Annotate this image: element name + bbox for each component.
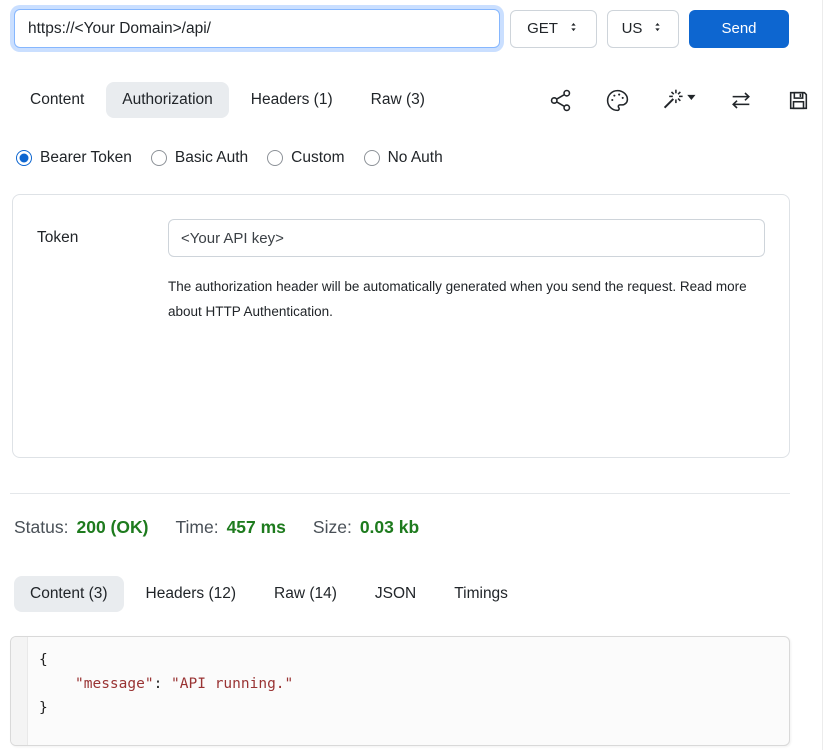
json-open-brace: { [39, 648, 293, 672]
method-select[interactable]: GET [510, 10, 597, 48]
response-json: { "message": "API running." } [28, 637, 293, 745]
tab-content[interactable]: Content [14, 82, 100, 118]
method-select-value: GET [527, 20, 558, 37]
time-value: 457 ms [227, 517, 286, 538]
response-tabs: Content (3) Headers (12) Raw (14) JSON T… [14, 576, 823, 612]
auth-option-label: No Auth [388, 149, 443, 167]
auth-option-label: Basic Auth [175, 149, 248, 167]
code-gutter [11, 637, 28, 745]
radio-unchecked-icon [267, 150, 283, 166]
radio-unchecked-icon [151, 150, 167, 166]
response-summary: Status: 200 (OK) Time: 457 ms Size: 0.03… [14, 517, 837, 538]
response-tab-raw[interactable]: Raw (14) [258, 576, 353, 612]
share-icon[interactable] [548, 88, 573, 113]
tab-raw[interactable]: Raw (3) [355, 82, 441, 118]
response-status: Status: 200 (OK) [14, 517, 148, 538]
response-tab-headers[interactable]: Headers (12) [130, 576, 252, 612]
page-right-divider [822, 0, 823, 750]
auth-option-no-auth[interactable]: No Auth [364, 149, 443, 167]
tab-authorization[interactable]: Authorization [106, 82, 228, 118]
request-tabs: Content Authorization Headers (1) Raw (3… [14, 82, 441, 118]
auth-option-label: Bearer Token [40, 149, 132, 167]
swap-arrows-icon[interactable] [728, 88, 754, 113]
size-value: 0.03 kb [360, 517, 419, 538]
request-tabs-row: Content Authorization Headers (1) Raw (3… [14, 82, 823, 118]
auth-option-custom[interactable]: Custom [267, 149, 344, 167]
palette-icon[interactable] [605, 88, 630, 113]
json-close-brace: } [39, 696, 293, 720]
json-colon: : [154, 676, 171, 692]
url-input[interactable] [14, 9, 500, 48]
response-tab-content[interactable]: Content (3) [14, 576, 124, 612]
token-help-text: The authorization header will be automat… [168, 274, 756, 324]
response-tab-json[interactable]: JSON [359, 576, 432, 612]
auth-option-label: Custom [291, 149, 344, 167]
radio-checked-icon [16, 150, 32, 166]
status-label: Status: [14, 517, 68, 538]
radio-unchecked-icon [364, 150, 380, 166]
bearer-token-panel: Token The authorization header will be a… [12, 194, 790, 458]
token-input[interactable] [168, 219, 765, 257]
size-label: Size: [313, 517, 352, 538]
auth-option-basic-auth[interactable]: Basic Auth [151, 149, 248, 167]
magic-wand-dropdown-icon[interactable] [662, 88, 696, 113]
response-tab-timings[interactable]: Timings [438, 576, 524, 612]
request-toolbar [548, 88, 811, 113]
auth-type-options: Bearer Token Basic Auth Custom No Auth [16, 149, 837, 167]
request-bar: GET US Send [0, 0, 837, 48]
auth-option-bearer-token[interactable]: Bearer Token [16, 149, 132, 167]
tab-headers[interactable]: Headers (1) [235, 82, 349, 118]
region-select[interactable]: US [607, 10, 679, 48]
region-select-value: US [622, 20, 643, 37]
token-field-label: Token [37, 229, 168, 247]
response-body-block: { "message": "API running." } [10, 636, 790, 746]
send-button[interactable]: Send [689, 10, 789, 48]
json-message-line: "message": "API running." [39, 672, 293, 696]
status-value: 200 (OK) [76, 517, 148, 538]
api-client-page: GET US Send Content Authorization Header… [0, 0, 837, 750]
response-time: Time: 457 ms [175, 517, 285, 538]
chevron-expand-icon [567, 20, 580, 38]
chevron-expand-icon [651, 20, 664, 38]
json-value: "API running." [171, 676, 293, 692]
json-key: "message" [75, 676, 154, 692]
response-size: Size: 0.03 kb [313, 517, 419, 538]
save-icon[interactable] [786, 88, 811, 113]
section-divider [10, 493, 790, 494]
token-field-row: Token [37, 219, 765, 257]
time-label: Time: [175, 517, 218, 538]
